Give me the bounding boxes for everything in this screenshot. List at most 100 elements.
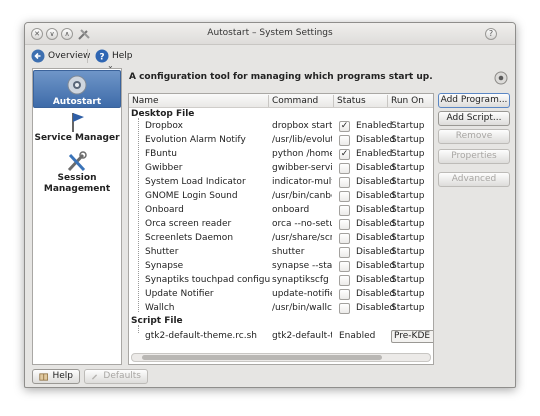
row-run-on: Startup — [391, 191, 425, 201]
table-row[interactable]: Synapse synapse --startup Disabled Start… — [129, 260, 433, 274]
row-name: Synaptiks touchpad configuration — [145, 275, 271, 285]
sidebar-item-service-manager[interactable]: Service Manager — [33, 111, 121, 145]
row-status: Disabled — [356, 191, 396, 201]
row-name: Shutter — [145, 247, 179, 257]
row-run-on: Startup — [391, 163, 425, 173]
table-row[interactable]: GNOME Login Sound /usr/bin/canbe... Disa… — [129, 190, 433, 204]
row-command: python /home/... — [272, 149, 332, 159]
footer-help-button[interactable]: Help — [32, 369, 80, 384]
row-command: /usr/bin/canbe... — [272, 191, 332, 201]
group-label: Script File — [131, 316, 183, 326]
row-name: FBuntu — [145, 149, 177, 159]
row-status: Disabled — [356, 135, 396, 145]
window-title: Autostart – System Settings — [207, 28, 333, 38]
remove-button[interactable]: Remove — [438, 129, 510, 144]
column-header-run-on[interactable]: Run On — [391, 96, 424, 106]
row-name: Onboard — [145, 205, 184, 215]
table-row[interactable]: Orca screen reader orca --no-setup... Di… — [129, 218, 433, 232]
sidebar: Autostart Service Manager Session Manage… — [32, 68, 122, 365]
row-name: Orca screen reader — [145, 219, 232, 229]
row-name: Screenlets Daemon — [145, 233, 234, 243]
row-run-on: Startup — [391, 289, 425, 299]
table-row[interactable]: System Load Indicator indicator-multi...… — [129, 176, 433, 190]
enable-checkbox[interactable] — [339, 289, 350, 300]
row-command: gwibber-service — [272, 163, 332, 173]
enable-checkbox[interactable] — [339, 163, 350, 174]
row-name: gtk2-default-theme.rc.sh — [145, 331, 257, 341]
enable-checkbox[interactable] — [339, 205, 350, 216]
table-row[interactable]: Shutter shutter Disabled Startup — [129, 246, 433, 260]
enable-checkbox[interactable] — [339, 135, 350, 146]
column-header-name[interactable]: Name — [132, 96, 159, 106]
table-row[interactable]: Evolution Alarm Notify /usr/lib/evoluti.… — [129, 134, 433, 148]
enable-checkbox[interactable] — [339, 219, 350, 230]
enable-checkbox[interactable] — [339, 191, 350, 202]
page-description: A configuration tool for managing which … — [129, 72, 433, 82]
advanced-button[interactable]: Advanced — [438, 172, 510, 187]
row-command: indicator-multi... — [272, 177, 332, 187]
enable-checkbox[interactable]: ✓ — [339, 121, 350, 132]
autostart-list[interactable]: Name Command Status Run On Desktop File … — [128, 93, 434, 365]
defaults-icon — [91, 373, 98, 380]
table-row[interactable]: FBuntu python /home/... ✓ Enabled Startu… — [129, 148, 433, 162]
enable-checkbox[interactable]: ✓ — [339, 149, 350, 160]
row-name: Wallch — [145, 303, 175, 313]
gear-icon[interactable] — [494, 71, 508, 85]
help-icon[interactable]: ? — [485, 28, 497, 40]
row-status: Disabled — [356, 177, 396, 187]
enable-checkbox[interactable] — [339, 275, 350, 286]
row-status: Disabled — [356, 219, 396, 229]
table-row[interactable]: Gwibber gwibber-service Disabled Startup — [129, 162, 433, 176]
row-run-on: Startup — [391, 275, 425, 285]
add-program-button[interactable]: Add Program... — [438, 93, 510, 108]
row-run-on: Startup — [391, 149, 425, 159]
sidebar-item-label: Service Manager — [34, 133, 120, 143]
table-row[interactable]: Synaptiks touchpad configuration synapti… — [129, 274, 433, 288]
add-script-button[interactable]: Add Script... — [438, 111, 510, 126]
tools-icon — [67, 151, 87, 172]
defaults-label: Defaults — [103, 371, 141, 381]
group-label: Desktop File — [131, 109, 195, 119]
overview-button[interactable]: Overview — [31, 48, 90, 64]
autostart-window: ✕ ∨ ∧ Autostart – System Settings ? Over… — [24, 22, 516, 388]
sidebar-item-session-management[interactable]: Session Management — [33, 151, 121, 197]
enable-checkbox[interactable] — [339, 303, 350, 314]
column-header-command[interactable]: Command — [272, 96, 318, 106]
row-command: synaptikscfg init — [272, 275, 332, 285]
row-command: synapse --startup — [272, 261, 332, 271]
table-row[interactable]: Screenlets Daemon /usr/share/scre... Dis… — [129, 232, 433, 246]
defaults-button[interactable]: Defaults — [84, 369, 148, 384]
table-row[interactable]: Onboard onboard Disabled Startup — [129, 204, 433, 218]
enable-checkbox[interactable] — [339, 261, 350, 272]
help-button[interactable]: ? Help — [95, 48, 133, 64]
enable-checkbox[interactable] — [339, 177, 350, 188]
table-row[interactable]: Wallch /usr/bin/wallch... Disabled Start… — [129, 302, 433, 316]
column-header-status[interactable]: Status — [337, 96, 366, 106]
toolbar: Overview ? Help ⌄ — [25, 45, 515, 70]
row-status: Disabled — [356, 303, 396, 313]
table-row[interactable]: gtk2-default-theme.rc.sh gtk2-default-t.… — [129, 330, 433, 344]
table-row[interactable]: Dropbox dropbox start -i ✓ Enabled Start… — [129, 120, 433, 134]
row-status: Enabled — [356, 121, 393, 131]
footer-help-label: Help — [52, 371, 73, 381]
autostart-gear-icon — [67, 75, 87, 95]
row-status: Enabled — [339, 331, 376, 341]
properties-button[interactable]: Properties — [438, 149, 510, 164]
table-row[interactable]: Update Notifier update-notifier Disabled… — [129, 288, 433, 302]
scrollbar-thumb[interactable] — [142, 355, 382, 360]
enable-checkbox[interactable] — [339, 233, 350, 244]
row-run-on: Startup — [391, 219, 425, 229]
horizontal-scrollbar[interactable] — [131, 353, 431, 362]
run-on-select[interactable]: Pre-KDE st — [391, 330, 433, 343]
row-status: Disabled — [356, 275, 396, 285]
row-status: Disabled — [356, 247, 396, 257]
group-row-script-file[interactable]: Script File — [129, 315, 433, 329]
row-status: Enabled — [356, 149, 393, 159]
row-status: Disabled — [356, 233, 396, 243]
sidebar-item-label: Autostart — [52, 97, 102, 107]
row-run-on: Startup — [391, 261, 425, 271]
sidebar-item-autostart[interactable]: Autostart — [33, 70, 121, 108]
svg-text:?: ? — [99, 53, 104, 63]
enable-checkbox[interactable] — [339, 247, 350, 258]
row-name: System Load Indicator — [145, 177, 246, 187]
